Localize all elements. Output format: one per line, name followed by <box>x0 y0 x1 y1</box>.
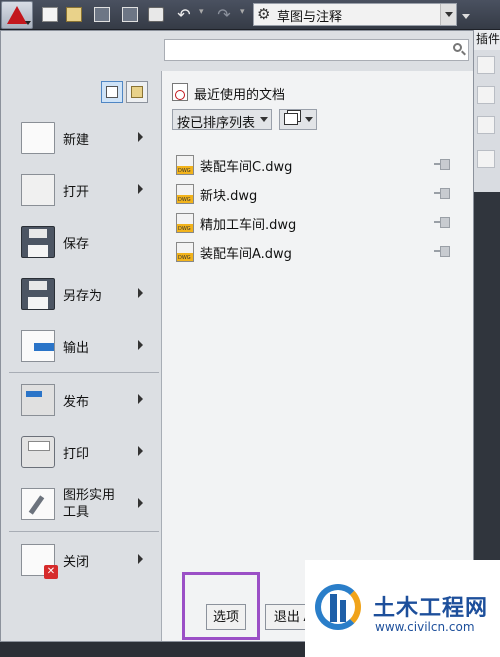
application-menu-button[interactable] <box>1 1 33 29</box>
recent-documents-icon <box>106 86 118 98</box>
command-label: 发布 <box>63 395 90 410</box>
customize-toolbar-icon[interactable] <box>458 5 474 25</box>
view-toggle <box>101 81 151 103</box>
open-documents-toggle[interactable] <box>126 81 148 103</box>
pin-icon[interactable] <box>434 187 450 199</box>
submenu-arrow-icon <box>138 132 143 142</box>
search-input[interactable] <box>164 39 469 61</box>
dwg-file-icon <box>176 155 194 175</box>
command-label: 关闭 <box>63 555 90 570</box>
ribbon-tool-icon[interactable] <box>477 86 495 104</box>
application-menu: 新建 打开 保存 另存为 输出 发布 打印 图形实用 工具 ✕ 关闭 最近使用的… <box>0 30 474 642</box>
search-icon[interactable] <box>451 42 467 58</box>
command-label: 保存 <box>63 237 90 252</box>
chevron-down-icon[interactable] <box>440 4 456 25</box>
publish-icon <box>21 384 55 416</box>
watermark-url: www.civilcn.com <box>375 620 475 634</box>
save-icon[interactable] <box>94 7 110 22</box>
command-save[interactable]: 保存 <box>1 217 159 267</box>
recent-documents-title: 最近使用的文档 <box>194 88 286 103</box>
gear-icon: ⚙ <box>257 5 271 23</box>
printer-icon <box>21 436 55 468</box>
plot-icon[interactable] <box>148 7 164 22</box>
submenu-arrow-icon <box>138 288 143 298</box>
document-name: 装配车间A.dwg <box>200 247 292 262</box>
save-floppy-icon <box>21 226 55 258</box>
command-label: 图形实用 工具 <box>63 488 116 520</box>
recent-documents-toggle[interactable] <box>101 81 123 103</box>
workspace-switcher[interactable]: ⚙ 草图与注释 <box>253 3 457 26</box>
watermark-logo-icon <box>315 584 365 634</box>
submenu-arrow-icon <box>138 394 143 404</box>
ribbon-tool-icon[interactable] <box>477 116 495 134</box>
quick-access-toolbar: ↶ ▾ ↷ ▾ ⚙ 草图与注释 <box>0 0 500 30</box>
recent-document-item[interactable]: 精加工车间.dwg <box>176 211 466 235</box>
command-label: 新建 <box>63 133 90 148</box>
submenu-arrow-icon <box>138 554 143 564</box>
recent-document-item[interactable]: 装配车间A.dwg <box>176 240 466 264</box>
new-icon[interactable] <box>42 7 58 22</box>
icon-view-icon <box>284 113 298 125</box>
recent-documents-icon <box>172 83 188 101</box>
dwg-file-icon <box>176 184 194 204</box>
sort-order-select[interactable]: 按已排序列表 <box>172 109 272 131</box>
undo-dropdown-icon[interactable]: ▾ <box>199 7 207 22</box>
command-publish[interactable]: 发布 <box>1 375 159 425</box>
command-export[interactable]: 输出 <box>1 321 159 371</box>
document-name: 精加工车间.dwg <box>200 218 297 233</box>
command-label: 输出 <box>63 341 90 356</box>
chevron-down-icon <box>260 117 268 122</box>
save-as-floppy-icon <box>21 278 55 310</box>
command-label: 打印 <box>63 447 90 462</box>
document-name: 新块.dwg <box>200 189 258 204</box>
ribbon-tool-icon[interactable] <box>477 56 495 74</box>
workspace-label: 草图与注释 <box>277 10 343 25</box>
pin-icon[interactable] <box>434 158 450 170</box>
command-close[interactable]: 关闭 <box>1 535 159 585</box>
save-as-icon[interactable] <box>122 7 138 22</box>
dwg-file-icon <box>176 213 194 233</box>
ribbon-tab-plugins[interactable]: 插件 <box>474 30 500 50</box>
pin-icon[interactable] <box>434 245 450 257</box>
export-icon <box>21 330 55 362</box>
pin-icon[interactable] <box>434 216 450 228</box>
icon-size-select[interactable] <box>279 109 317 130</box>
menu-divider <box>9 372 159 373</box>
open-documents-icon <box>131 86 143 98</box>
command-drawing-utilities[interactable]: 图形实用 工具 <box>1 479 159 529</box>
dropdown-arrow-icon <box>25 21 31 25</box>
dwg-file-icon <box>176 242 194 262</box>
undo-icon[interactable]: ↶ <box>176 7 192 23</box>
open-folder-icon <box>21 174 55 206</box>
chevron-down-icon <box>305 117 313 122</box>
recent-document-item[interactable]: 装配车间C.dwg <box>176 153 466 177</box>
watermark: 土木工程网 www.civilcn.com <box>305 560 500 657</box>
drawing-utilities-icon <box>21 488 55 520</box>
command-save-as[interactable]: 另存为 <box>1 269 159 319</box>
document-name: 装配车间C.dwg <box>200 160 293 175</box>
command-label: 打开 <box>63 185 90 200</box>
recent-documents-pane: 最近使用的文档 按已排序列表 装配车间C.dwg 新块.dwg 精加工车间.dw… <box>161 71 473 641</box>
autocad-logo-icon <box>7 6 27 24</box>
command-print[interactable]: 打印 <box>1 427 159 477</box>
submenu-arrow-icon <box>138 498 143 508</box>
command-new[interactable]: 新建 <box>1 113 159 163</box>
command-open[interactable]: 打开 <box>1 165 159 215</box>
annotation-highlight-box <box>182 572 260 640</box>
submenu-arrow-icon <box>138 446 143 456</box>
ribbon-tool-icon[interactable] <box>477 150 495 168</box>
drawing-area-edge <box>0 642 305 657</box>
redo-icon[interactable]: ↷ <box>216 7 232 23</box>
open-icon[interactable] <box>66 7 82 22</box>
submenu-arrow-icon <box>138 184 143 194</box>
sort-order-value: 按已排序列表 <box>177 116 256 131</box>
command-label: 另存为 <box>63 289 103 304</box>
recent-document-item[interactable]: 新块.dwg <box>176 182 466 206</box>
watermark-title: 土木工程网 <box>373 596 489 621</box>
new-doc-icon <box>21 122 55 154</box>
redo-dropdown-icon[interactable]: ▾ <box>240 7 248 22</box>
menu-divider <box>9 531 159 532</box>
submenu-arrow-icon <box>138 340 143 350</box>
close-doc-icon <box>21 544 58 579</box>
